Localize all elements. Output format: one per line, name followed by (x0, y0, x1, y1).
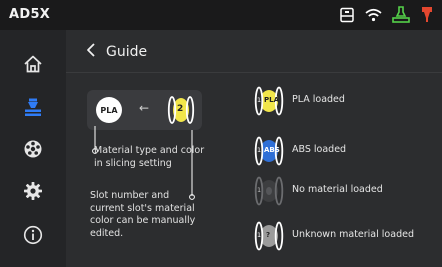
guide-panel: Guide PLA ← 2 Material type and color in… (66, 30, 442, 267)
slot-note: Slot number and current slot's material … (90, 190, 196, 239)
sidebar-item-print[interactable] (0, 87, 66, 127)
material-note: Material type and color in slicing setti… (94, 145, 205, 169)
printer-nozzle-icon (23, 97, 43, 117)
gear-icon (23, 181, 43, 201)
legend-row-unknown: 1 ? Unknown material loaded (252, 221, 442, 251)
printer-icon[interactable] (339, 7, 355, 23)
slot-number: 1 (257, 146, 262, 154)
legend-label: PLA loaded (292, 94, 345, 105)
slot-number: 1 (257, 186, 262, 194)
wifi-icon[interactable] (365, 8, 382, 22)
filament-sensor-icon[interactable] (392, 6, 410, 24)
nozzle-temp-icon[interactable] (420, 6, 434, 24)
app-title: AD5X (9, 7, 51, 22)
sidebar-item-home[interactable] (0, 44, 66, 84)
top-status-bar: AD5X (0, 0, 442, 30)
spool-label: ? (266, 231, 271, 239)
home-icon (23, 54, 43, 74)
sidebar-item-info[interactable] (0, 215, 66, 255)
filament-reel-icon (23, 139, 43, 159)
slot-number: 1 (257, 96, 262, 104)
sidebar-item-filament[interactable] (0, 129, 66, 169)
legend-row-pla: 1 PLA PLA loaded (252, 86, 442, 116)
spool-label: ABS (264, 146, 280, 154)
legend-label: No material loaded (292, 184, 383, 195)
sidebar (0, 30, 66, 267)
info-icon (23, 225, 43, 245)
status-icons (339, 5, 434, 25)
legend-row-abs: 1 ABS ABS loaded (252, 136, 442, 166)
legend-label: ABS loaded (292, 144, 347, 155)
slot-number: 1 (257, 231, 262, 239)
spool-label: PLA (264, 96, 280, 104)
legend-label: Unknown material loaded (292, 229, 414, 240)
sidebar-item-settings[interactable] (0, 171, 66, 211)
legend-row-empty: 1 No material loaded (252, 176, 442, 206)
